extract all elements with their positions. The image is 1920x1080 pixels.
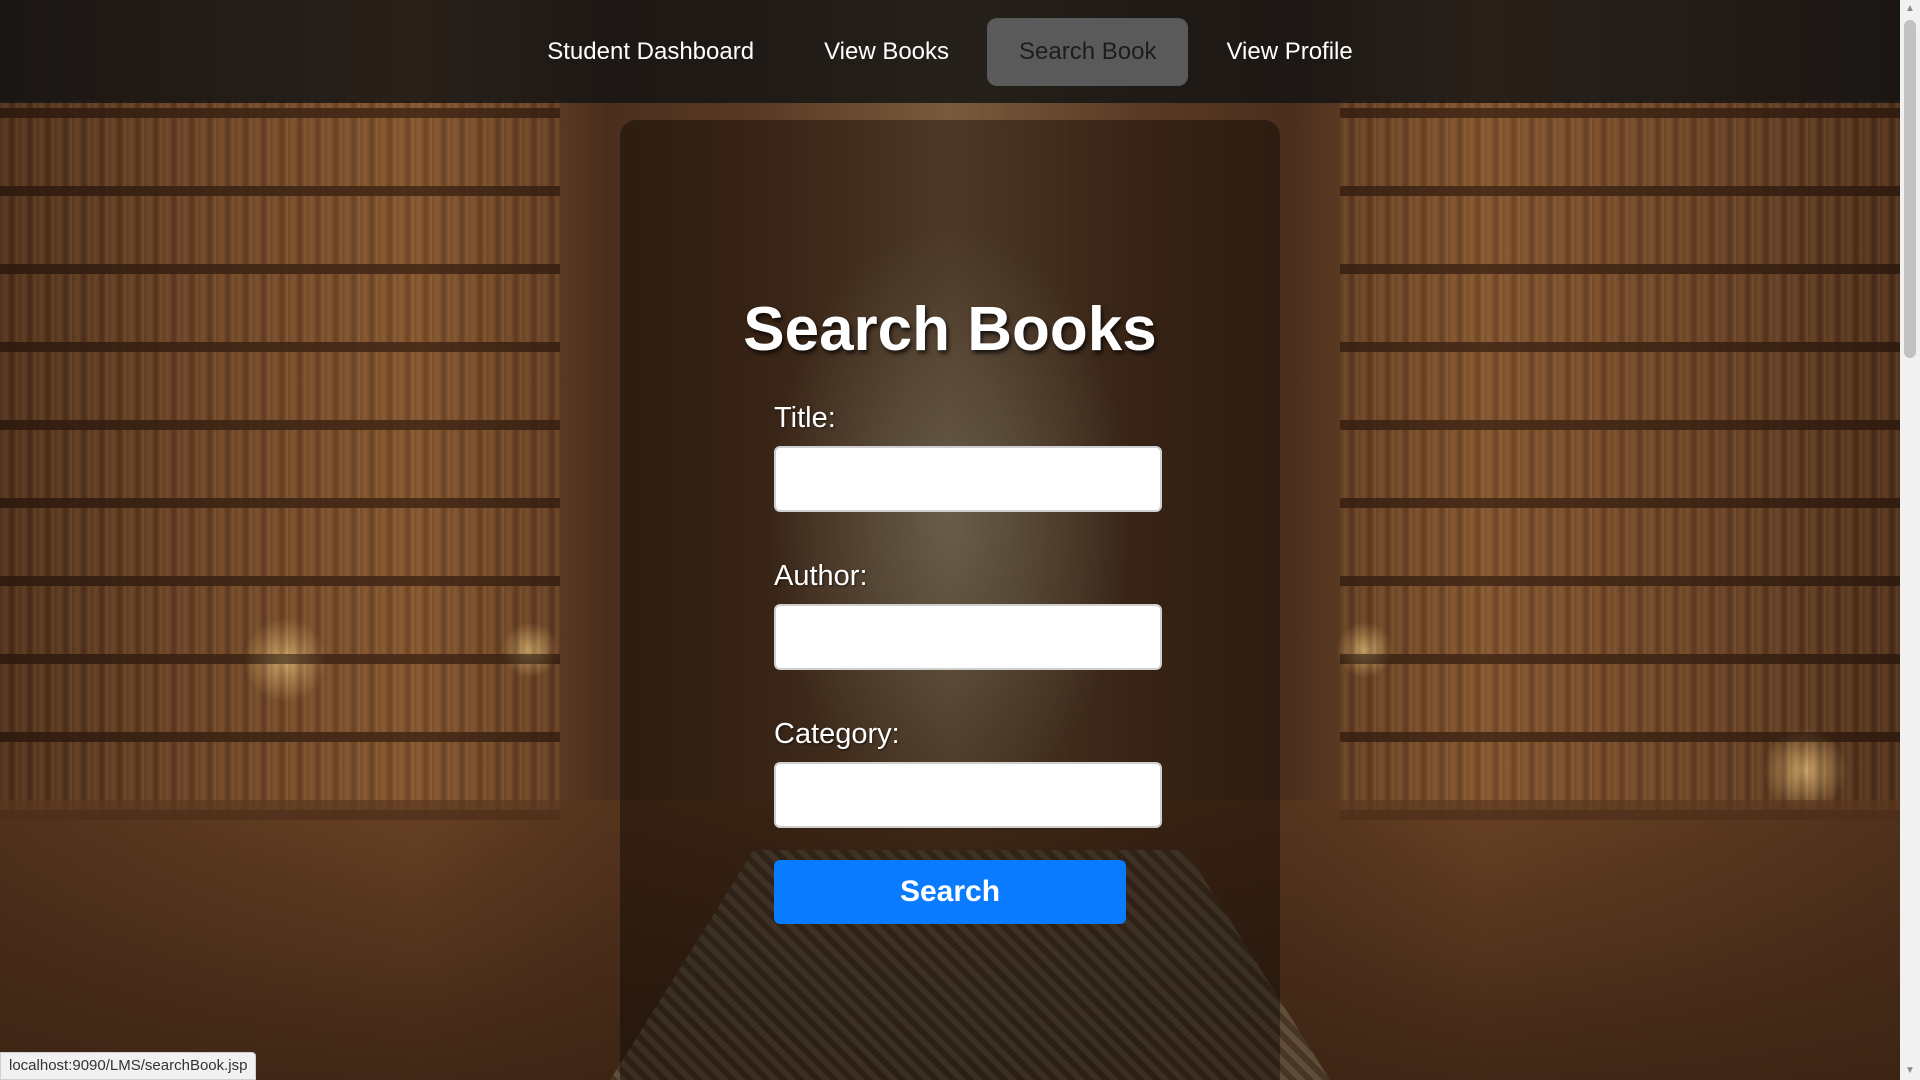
nav-link-view-books[interactable]: View Books: [792, 18, 981, 86]
title-field-label: Title:: [774, 402, 836, 434]
author-input[interactable]: [774, 604, 1162, 670]
nav-link-search-book[interactable]: Search Book: [987, 17, 1189, 86]
category-input[interactable]: [774, 762, 1162, 828]
chevron-down-icon[interactable]: ▼: [1900, 1062, 1920, 1080]
title-input[interactable]: [774, 446, 1162, 512]
status-bar-url: localhost:9090/LMS/searchBook.jsp: [0, 1052, 257, 1080]
category-field-label: Category:: [774, 718, 900, 750]
chevron-up-icon[interactable]: ▲: [1900, 0, 1920, 18]
bookshelf-left-decoration: [0, 100, 560, 820]
scrollbar-thumb[interactable]: [1904, 20, 1916, 358]
top-navigation-bar: Student Dashboard View Books Search Book…: [0, 0, 1900, 103]
page-title: Search Books: [743, 295, 1157, 364]
bookshelf-right-decoration: [1340, 100, 1900, 820]
search-button[interactable]: Search: [774, 860, 1126, 924]
nav-link-student-dashboard[interactable]: Student Dashboard: [515, 18, 786, 86]
author-field-label: Author:: [774, 560, 868, 592]
nav-link-view-profile[interactable]: View Profile: [1194, 18, 1384, 86]
vertical-scrollbar[interactable]: ▲ ▼: [1900, 0, 1920, 1080]
search-books-form: Title: Author: Category: Search: [774, 400, 1164, 924]
